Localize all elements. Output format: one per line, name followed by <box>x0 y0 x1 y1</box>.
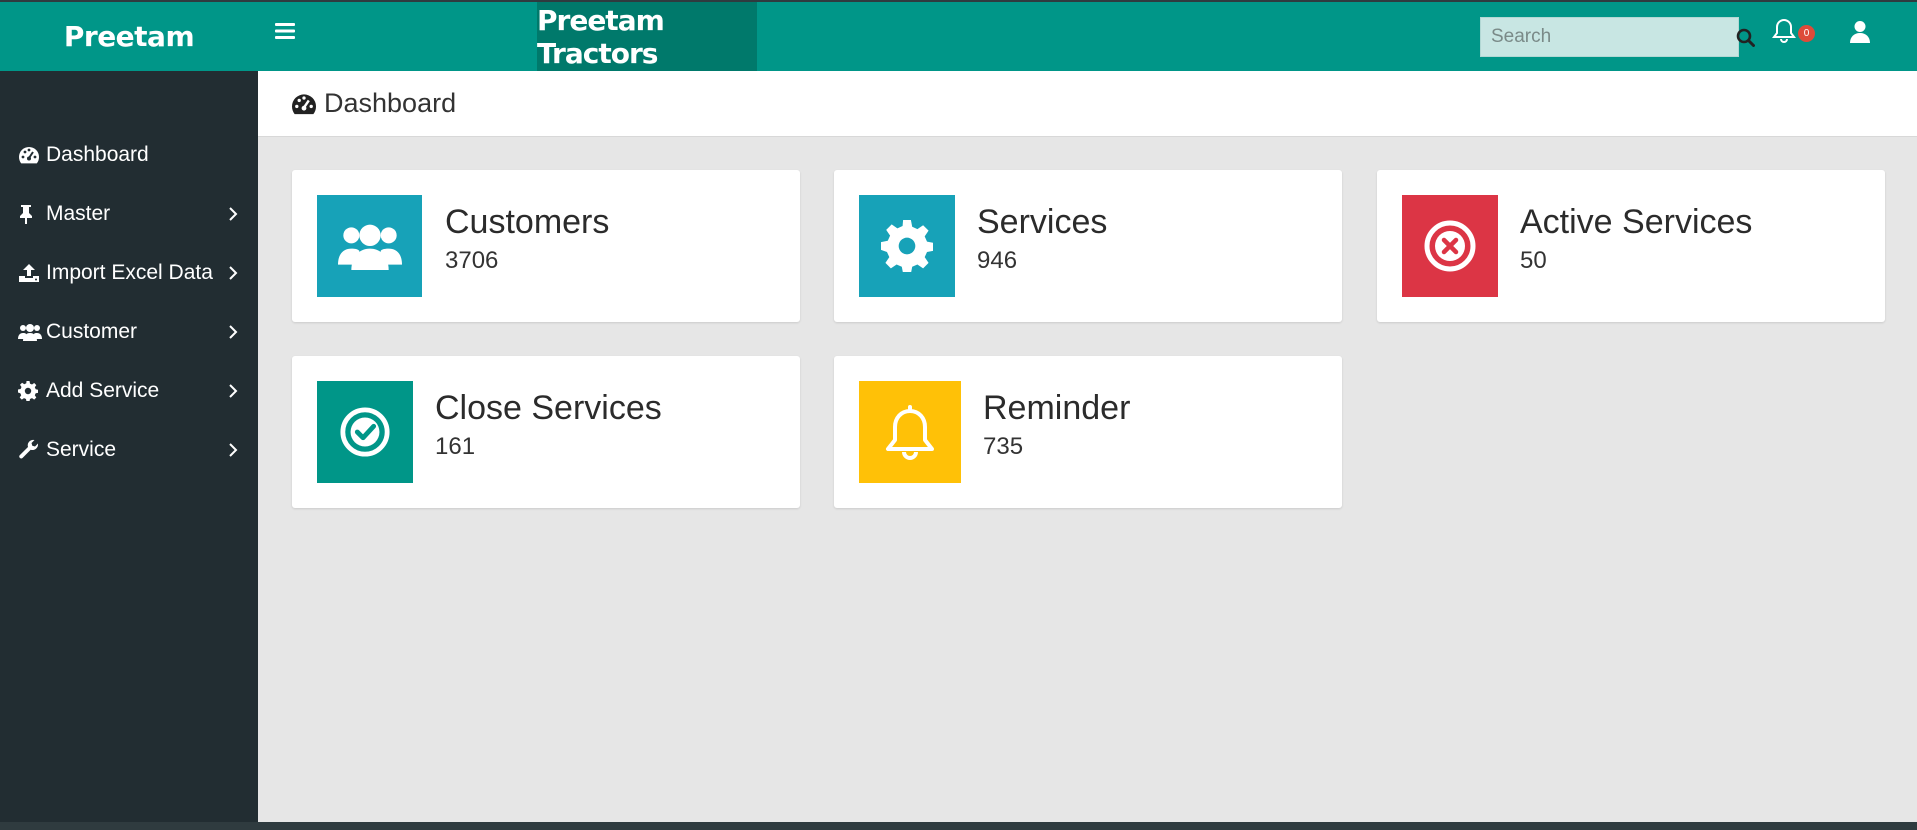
dashboard-icon <box>290 92 318 116</box>
sidebar-item-add-service[interactable]: Add Service <box>0 361 258 420</box>
card-value: 3706 <box>445 247 499 275</box>
sidebar-item-label: Customer <box>46 319 138 343</box>
stat-card-services[interactable]: Services 946 <box>834 170 1342 322</box>
chevron-right-icon <box>228 265 242 280</box>
stat-card-customers[interactable]: Customers 3706 <box>292 170 800 322</box>
hamburger-menu-icon[interactable] <box>275 22 295 45</box>
users-icon <box>18 323 46 341</box>
upload-icon <box>18 263 46 283</box>
notification-bell-icon[interactable] <box>1772 18 1796 49</box>
sidebar-item-label: Add Service <box>46 378 160 402</box>
card-value: 50 <box>1520 247 1547 275</box>
app-title: Preetam Tractors <box>537 2 757 71</box>
sidebar-item-import-excel-data[interactable]: Import Excel Data <box>0 243 258 302</box>
stat-card-active-services[interactable]: Active Services 50 <box>1377 170 1885 322</box>
stat-card-close-services[interactable]: Close Services 161 <box>292 356 800 508</box>
chevron-right-icon <box>228 383 242 398</box>
card-title: Customers <box>445 203 610 241</box>
user-profile-icon[interactable] <box>1850 20 1870 49</box>
search-box <box>1480 17 1755 57</box>
sidebar-item-service[interactable]: Service <box>0 420 258 479</box>
top-navbar: Preetam Tractors 0 <box>258 2 1917 71</box>
stat-card-reminder[interactable]: Reminder 735 <box>834 356 1342 508</box>
page-header: Dashboard <box>258 71 1917 137</box>
chevron-right-icon <box>228 206 242 221</box>
users-icon <box>317 195 422 297</box>
card-title: Active Services <box>1520 203 1753 241</box>
times-circle-icon <box>1402 195 1498 297</box>
sidebar-item-label: Dashboard <box>46 142 149 166</box>
sidebar-menu: Dashboard Master Import Excel Data Custo… <box>0 125 258 479</box>
card-title: Close Services <box>435 389 662 427</box>
brand-logo[interactable]: Preetam <box>0 2 258 71</box>
dashboard-icon <box>18 145 46 165</box>
wrench-icon <box>18 439 46 461</box>
gear-icon <box>859 195 955 297</box>
card-title: Services <box>977 203 1108 241</box>
sidebar-item-dashboard[interactable]: Dashboard <box>0 125 258 184</box>
notification-count-badge: 0 <box>1798 25 1815 42</box>
sidebar-item-label: Import Excel Data <box>46 260 213 284</box>
chevron-right-icon <box>228 324 242 339</box>
sidebar-item-label: Master <box>46 201 111 225</box>
chevron-right-icon <box>228 442 242 457</box>
page-title: Dashboard <box>324 88 457 118</box>
card-value: 161 <box>435 433 476 461</box>
window-bottom-border <box>0 822 1917 830</box>
search-input[interactable] <box>1481 26 1736 48</box>
card-title: Reminder <box>983 389 1131 427</box>
search-icon[interactable] <box>1736 28 1755 47</box>
sidebar: Preetam Dashboard Master Import Excel Da… <box>0 2 258 822</box>
card-value: 946 <box>977 247 1018 275</box>
sidebar-item-master[interactable]: Master <box>0 184 258 243</box>
sidebar-item-label: Service <box>46 437 117 461</box>
thumbtack-icon <box>18 204 46 224</box>
sidebar-item-customer[interactable]: Customer <box>0 302 258 361</box>
card-value: 735 <box>983 433 1024 461</box>
check-circle-icon <box>317 381 413 483</box>
bell-icon <box>859 381 961 483</box>
gear-icon <box>18 380 46 401</box>
